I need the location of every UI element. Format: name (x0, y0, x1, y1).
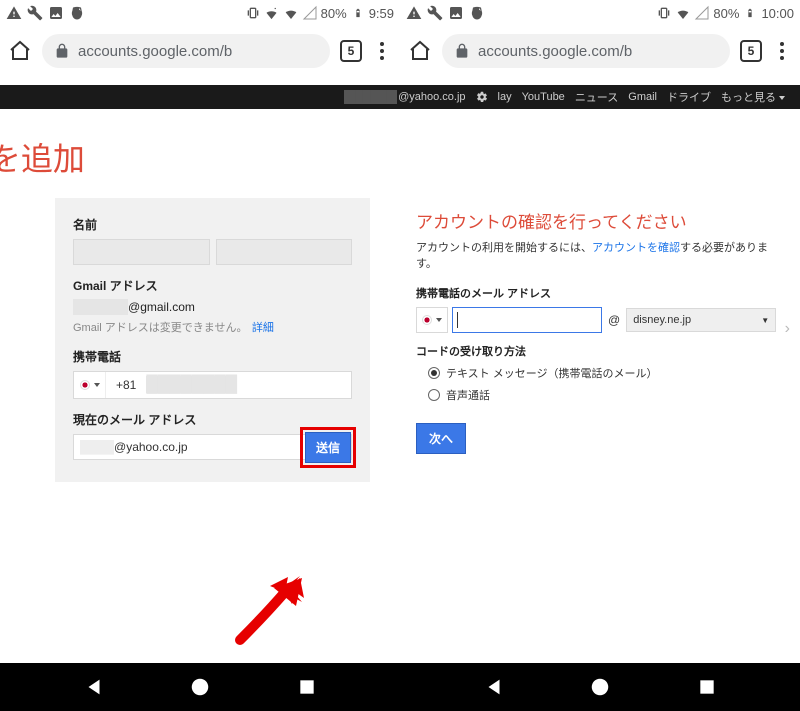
phone-input[interactable]: ████████ (146, 376, 351, 394)
gmail-hint: Gmail アドレスは変更できません。 (73, 322, 247, 334)
gbar-item[interactable]: ドライブ (667, 89, 711, 105)
image-icon (448, 5, 464, 21)
annotation-arrow (230, 580, 310, 650)
signal-icon (694, 5, 710, 21)
browser-toolbar: accounts.google.com/b 5 (0, 26, 400, 76)
label-name: 名前 (73, 216, 352, 233)
warning-icon (406, 5, 422, 21)
signal-icon (302, 5, 318, 21)
phone-prefix: +81 (112, 378, 140, 392)
nav-recent[interactable] (294, 674, 320, 700)
battery-icon (742, 5, 758, 21)
first-name-input[interactable]: ████ (73, 239, 210, 265)
phone-email-input[interactable] (452, 307, 602, 333)
next-button[interactable]: 次へ (416, 423, 466, 454)
submit-highlight: 送信 (300, 427, 356, 468)
battery-percent: 80% (713, 6, 739, 21)
label-phone-email: 携帯電話のメール アドレス (416, 285, 784, 301)
wrench-icon (427, 5, 443, 21)
status-bar: 80% 10:00 (400, 0, 800, 26)
lock-icon (454, 43, 470, 59)
gbar-item[interactable]: YouTube (522, 91, 565, 103)
label-phone: 携帯電話 (73, 348, 352, 365)
wifi-plus-icon (264, 5, 280, 21)
home-icon[interactable] (408, 39, 432, 63)
vibrate-icon (245, 5, 261, 21)
last-name-input[interactable]: ████ (216, 239, 353, 265)
battery-percent: 80% (321, 6, 347, 21)
gear-icon[interactable] (476, 91, 488, 103)
nav-recent[interactable] (694, 674, 720, 700)
tab-count[interactable]: 5 (740, 40, 762, 62)
google-bar: ██████@yahoo.co.jp lay YouTube ニュース Gmai… (0, 85, 800, 109)
verify-title: アカウントの確認を行ってください (416, 208, 784, 233)
menu-icon[interactable] (772, 41, 792, 61)
clock: 9:59 (369, 6, 394, 21)
submit-button[interactable]: 送信 (305, 432, 351, 463)
domain-select[interactable]: disney.ne.jp (626, 308, 776, 332)
clock: 10:00 (761, 6, 794, 21)
nav-back[interactable] (81, 674, 107, 700)
wrench-icon (27, 5, 43, 21)
lock-icon (54, 43, 70, 59)
form-card: 名前 ████ ████ Gmail アドレス ██████@gmail.com… (55, 198, 370, 482)
cat-icon (469, 5, 485, 21)
country-flag-select[interactable] (416, 307, 448, 333)
label-current-email: 現在のメール アドレス (73, 411, 352, 428)
gmail-details-link[interactable]: 詳細 (252, 322, 274, 334)
gbar-item[interactable]: Gmail (628, 91, 657, 103)
verify-link[interactable]: アカウントを確認 (592, 242, 680, 254)
radio-voice-call[interactable]: 音声通話 (428, 387, 772, 403)
menu-icon[interactable] (372, 41, 392, 61)
browser-toolbar: accounts.google.com/b 5 (400, 26, 800, 76)
chevron-right-icon: › (785, 320, 790, 338)
wifi-icon (675, 5, 691, 21)
label-gmail: Gmail アドレス (73, 277, 352, 294)
cat-icon (69, 5, 85, 21)
radio-text-message[interactable]: テキスト メッセージ（携帯電話のメール） (428, 365, 772, 381)
nav-back[interactable] (481, 674, 507, 700)
at-symbol: @ (606, 313, 622, 327)
wifi-icon (283, 5, 299, 21)
page-title: ail を追加 (0, 134, 400, 180)
image-icon (48, 5, 64, 21)
label-method: コードの受け取り方法 (416, 343, 784, 359)
nav-home[interactable] (587, 674, 613, 700)
vibrate-icon (656, 5, 672, 21)
url-bar[interactable]: accounts.google.com/b (442, 34, 730, 68)
gbar-item[interactable]: lay (498, 91, 512, 103)
url-text: accounts.google.com/b (478, 43, 632, 60)
gmail-value: ██████@gmail.com (73, 300, 352, 314)
nav-home[interactable] (187, 674, 213, 700)
gbar-item[interactable]: ニュース (575, 89, 618, 105)
warning-icon (6, 5, 22, 21)
android-nav-bar (0, 663, 800, 711)
battery-icon (350, 5, 366, 21)
gbar-email-masked: ██████ (344, 90, 397, 104)
gbar-more[interactable]: もっと見る (721, 89, 785, 105)
home-icon[interactable] (8, 39, 32, 63)
status-bar: 80% 9:59 (0, 0, 400, 26)
tab-count[interactable]: 5 (340, 40, 362, 62)
country-flag-select[interactable] (74, 372, 106, 398)
verify-subtitle: アカウントの利用を開始するには、アカウントを確認する必要があります。 (416, 239, 784, 271)
url-text: accounts.google.com/b (78, 43, 232, 60)
url-bar[interactable]: accounts.google.com/b (42, 34, 330, 68)
